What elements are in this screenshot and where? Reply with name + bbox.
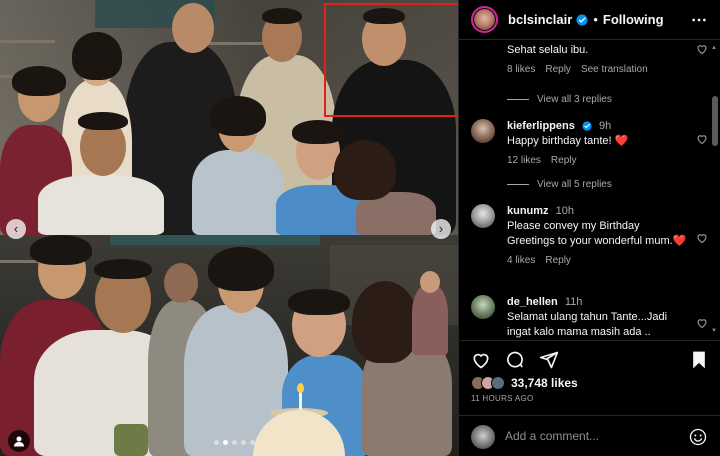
commenter-avatar[interactable] [471,119,495,143]
following-button[interactable]: Following [603,12,664,27]
comment-time: 10h [555,205,574,217]
comment-icon[interactable] [505,350,525,370]
comment-username[interactable]: de_hellen [507,296,558,308]
scroll-down-arrow[interactable]: ▼ [711,328,717,334]
instagram-post-window: ‹ › bclsinclair • Following Sehat selalu… [0,0,720,456]
add-comment-bar [459,415,720,456]
share-icon[interactable] [539,350,559,370]
photo-top [0,0,458,235]
comment-time: 9h [598,120,612,132]
comment-reply[interactable]: Reply [545,64,571,75]
comment-body: de_hellen 11h Selamat ulang tahun Tante.… [507,295,687,339]
view-replies[interactable]: View all 3 replies [507,94,612,105]
view-replies-label[interactable]: View all 3 replies [537,94,612,105]
photo-bottom [0,235,458,456]
viewer-avatar [471,425,495,449]
more-icon[interactable] [691,12,707,28]
scroll-up-arrow[interactable]: ▲ [711,45,717,51]
comment-text: Please convey my Birthday Greetings to y… [507,220,687,247]
heart-icon[interactable] [696,133,708,145]
view-replies[interactable]: View all 5 replies [507,179,612,190]
post-side-panel: bclsinclair • Following Sehat selalu ibu… [458,0,720,456]
comment-time: 11h [564,296,583,308]
author-username[interactable]: bclsinclair [508,12,572,27]
user-tag-icon[interactable] [8,430,30,452]
post-header: bclsinclair • Following [459,0,720,40]
heart-icon[interactable] [471,350,491,370]
heart-icon[interactable] [696,43,708,55]
heart-icon[interactable] [696,232,708,244]
post-timestamp[interactable]: 11 HOURS AGO [471,394,534,403]
likes-row: 33,748 likes [471,376,578,390]
comment-reply[interactable]: Reply [545,255,571,266]
comment-meta: 12 likes Reply [507,155,687,166]
verified-icon [582,121,592,131]
carousel-dots [214,440,255,445]
likes-count[interactable]: 33,748 likes [511,376,578,390]
carousel-dot [250,440,255,445]
carousel-dot [214,440,219,445]
comments-list[interactable]: Sehat selalu ibu. 8 likes Reply See tran… [459,41,720,339]
candle-flame [297,383,304,393]
commenter-avatar[interactable] [471,204,495,228]
comment-likes[interactable]: 4 likes [507,255,535,266]
chevron-left-icon[interactable]: ‹ [6,219,26,239]
highlight-box [324,3,458,117]
carousel-dot-active [223,440,228,445]
chevron-right-icon[interactable]: › [431,219,451,239]
comment-body: Sehat selalu ibu. 8 likes Reply See tran… [507,43,687,75]
post-actions: 33,748 likes 11 HOURS AGO [459,340,720,456]
comment-body: kieferlippens 9h Happy birthday tante! ❤… [507,119,687,166]
cup [114,424,148,456]
heart-icon[interactable] [696,317,708,329]
view-replies-label[interactable]: View all 5 replies [537,179,612,190]
comment-input[interactable] [505,429,675,443]
see-translation[interactable]: See translation [581,64,648,75]
comment-likes[interactable]: 12 likes [507,155,541,166]
liker-avatar [491,376,505,390]
comment-meta: 8 likes Reply See translation [507,64,687,75]
verified-icon [576,14,588,25]
candle [299,392,302,410]
author-avatar[interactable] [471,6,498,33]
post-media[interactable]: ‹ › [0,0,458,456]
carousel-dot [232,440,237,445]
comments-scrollbar[interactable] [712,96,718,146]
comment-likes[interactable]: 8 likes [507,64,535,75]
comment-text: Happy birthday tante! ❤️ [507,135,629,147]
comment-body: kunumz 10h Please convey my Birthday Gre… [507,204,687,266]
header-separator: • [593,12,598,27]
comment-text: Selamat ulang tahun Tante...Jadi ingat k… [507,311,668,338]
comment-username[interactable]: kunumz [507,205,549,217]
comment-reply[interactable]: Reply [551,155,577,166]
emoji-icon[interactable] [689,428,707,446]
comment-meta: 4 likes Reply [507,255,687,266]
bookmark-icon[interactable] [689,350,709,370]
action-icons [471,350,559,370]
comment-text: Sehat selalu ibu. [507,44,589,56]
comment-username[interactable]: kieferlippens [507,120,575,132]
carousel-dot [241,440,246,445]
commenter-avatar[interactable] [471,295,495,319]
